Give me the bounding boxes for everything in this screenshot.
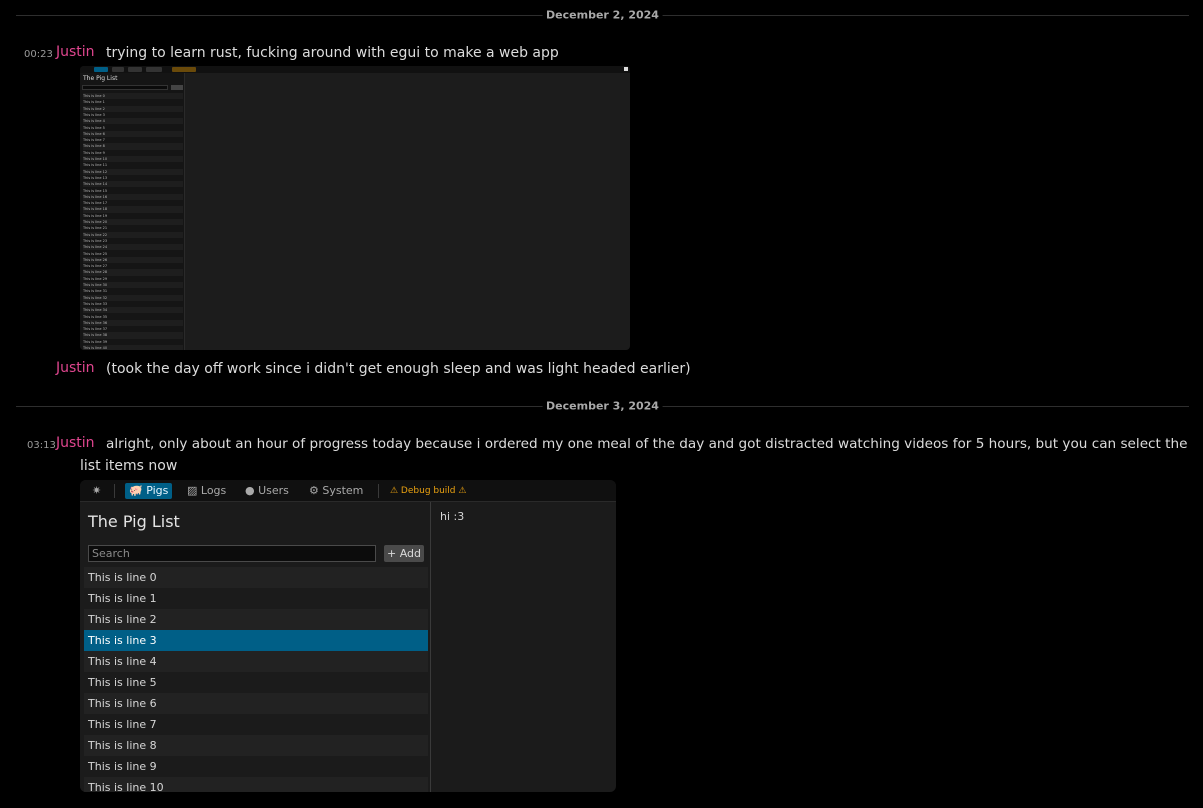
day-separator: December 2, 2024: [16, 8, 1189, 22]
message-timestamp: 03:13: [27, 440, 56, 451]
tab-indicator: [128, 67, 142, 72]
day-label: December 3, 2024: [542, 399, 663, 413]
list-item: This is line 5: [88, 676, 157, 689]
divider: [378, 484, 379, 498]
image-attachment-large[interactable]: ✷ 🐖 Pigs ▨ Logs ● Users ⚙ System ⚠ Debug…: [80, 480, 616, 792]
pig-list-title: The Pig List: [88, 512, 180, 531]
search-input: Search: [88, 545, 376, 562]
message-author[interactable]: Justin: [56, 435, 95, 451]
detail-text: hi :3: [440, 510, 465, 523]
list-item: This is line 40: [83, 345, 183, 350]
day-label: December 2, 2024: [542, 8, 663, 22]
image-attachment-small[interactable]: The Pig List This is line 0 This is line …: [80, 66, 630, 350]
tab-users: ● Users: [245, 484, 289, 497]
app-topbar: [80, 66, 630, 73]
list-item: This is line 4: [84, 651, 428, 672]
list-item: This is line 10: [84, 777, 428, 792]
app-topbar: ✷ 🐖 Pigs ▨ Logs ● Users ⚙ System ⚠ Debug…: [80, 480, 616, 502]
tab-indicator: [94, 67, 108, 72]
message-author[interactable]: Justin: [56, 360, 95, 376]
tab-indicator: [146, 67, 162, 72]
list-item: This is line 1: [88, 592, 157, 605]
debug-build-badge: ⚠ Debug build ⚠: [390, 486, 467, 496]
tab-pigs: 🐖 Pigs: [125, 483, 173, 499]
list-item: This is line 8: [84, 735, 428, 756]
message-text-continued: list items now: [80, 458, 178, 474]
pig-list-title: The Pig List: [83, 75, 118, 82]
tab-indicator: [112, 67, 124, 72]
day-separator: December 3, 2024: [16, 399, 1189, 413]
tab-logs: ▨ Logs: [187, 484, 227, 497]
message-author[interactable]: Justin: [56, 44, 95, 60]
list-item: This is line 9: [88, 760, 157, 773]
pig-list-panel: The Pig List Search + Add This is line 0…: [80, 502, 431, 792]
message-text: (took the day off work since i didn't ge…: [106, 361, 691, 377]
message-text: trying to learn rust, fucking around wit…: [106, 45, 559, 61]
message-text: alright, only about an hour of progress …: [106, 436, 1188, 452]
search-input: [82, 85, 168, 90]
list-item: This is line 6: [84, 693, 428, 714]
debug-indicator: [172, 67, 196, 72]
list-item: This is line 3: [84, 630, 428, 651]
gear-icon: ✷: [92, 484, 102, 497]
tab-system: ⚙ System: [309, 484, 364, 497]
list-item: This is line 0: [84, 567, 428, 588]
add-button: [171, 85, 183, 90]
add-button: + Add: [384, 545, 424, 562]
window-icon: [624, 67, 628, 71]
message-timestamp: 00:23: [24, 49, 53, 60]
pig-list-panel: The Pig List This is line 0 This is line …: [80, 73, 185, 350]
list-item: This is line 2: [84, 609, 428, 630]
divider: [114, 484, 115, 498]
list-item: This is line 7: [88, 718, 157, 731]
